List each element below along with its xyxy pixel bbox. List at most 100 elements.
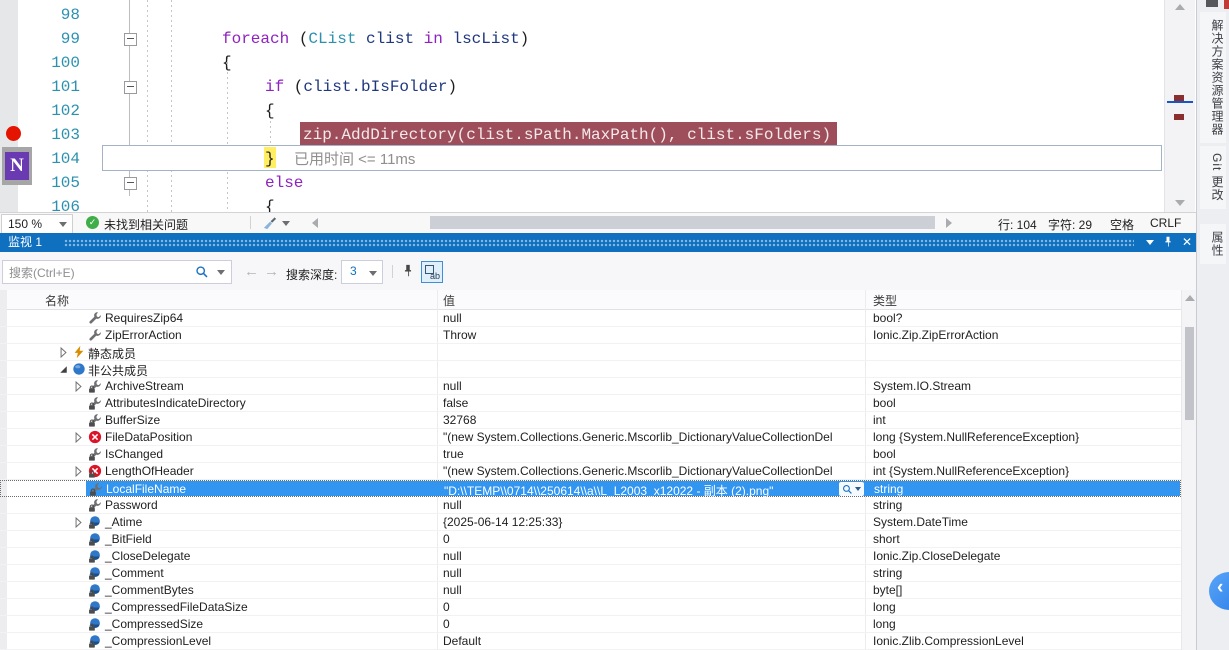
pin-panel-button[interactable] — [1160, 233, 1176, 252]
watch-value: "D:\\TEMP\\0714\\250614\\a\\L_L2003_x120… — [444, 482, 832, 499]
table-row[interactable]: FileDataPosition "(new System.Collection… — [0, 429, 1181, 446]
format-specifier-toggle[interactable]: ab — [421, 261, 443, 283]
pin-properties-button[interactable] — [398, 261, 418, 281]
watch-name: _BitField — [105, 532, 152, 546]
watch-value: false — [443, 396, 858, 410]
table-row[interactable]: _CompressedFileDataSize 0 long — [0, 599, 1181, 616]
scroll-left-icon[interactable] — [312, 218, 318, 228]
editor-vertical-scrollbar[interactable] — [1164, 0, 1195, 212]
column-header-type[interactable]: 类型 — [873, 292, 897, 309]
horizontal-scrollbar-thumb[interactable] — [430, 216, 935, 229]
table-row[interactable]: ZipErrorAction Throw Ionic.Zip.ZipErrorA… — [0, 327, 1181, 344]
table-row[interactable]: 非公共成员 — [0, 361, 1181, 378]
code-editor[interactable]: 98 99 100 101 102 103 104 105 106 foreac… — [0, 0, 1196, 212]
right-tool-tab-strip: 解决方案资源管理器 Git 更改 属性 — [1196, 0, 1229, 650]
scrollbar-thumb[interactable] — [1185, 327, 1194, 420]
watch-name: Password — [105, 498, 158, 512]
scroll-right-icon[interactable] — [946, 218, 952, 228]
table-row[interactable]: _Atime {2025-06-14 12:25:33} System.Date… — [0, 514, 1181, 531]
watch-name: _CompressionLevel — [105, 634, 211, 648]
tab-properties[interactable]: 属性 — [1200, 224, 1226, 264]
watch-search-box[interactable] — [2, 260, 232, 284]
divider — [392, 265, 393, 278]
private-property-icon — [88, 447, 102, 461]
table-row[interactable]: _CommentBytes null byte[] — [0, 582, 1181, 599]
scroll-down-icon[interactable] — [1175, 200, 1185, 206]
column-header-name[interactable]: 名称 — [45, 292, 69, 309]
grid-header: 名称 值 类型 — [0, 290, 1181, 310]
chevron-down-icon — [59, 222, 67, 227]
floating-app-icon[interactable]: N — [2, 147, 32, 185]
watch-name: _CloseDelegate — [105, 549, 190, 563]
table-row[interactable]: IsChanged true bool — [0, 446, 1181, 463]
table-row[interactable]: LengthOfHeader "(new System.Collections.… — [0, 463, 1181, 480]
line-indicator: 行: 104 — [998, 216, 1037, 233]
tab-git-changes[interactable]: Git 更改 — [1200, 146, 1226, 209]
table-row[interactable]: _CompressedSize 0 long — [0, 616, 1181, 633]
window-position-menu-button[interactable] — [1142, 233, 1158, 252]
zoom-selector[interactable]: 150 % — [1, 214, 73, 234]
breakpoint-indicator[interactable] — [6, 126, 21, 141]
cleanup-broom-icon[interactable] — [262, 216, 277, 231]
tab-solution-explorer[interactable]: 解决方案资源管理器 — [1200, 12, 1226, 143]
chevron-down-icon — [1146, 240, 1154, 245]
code-line: else — [0, 171, 1160, 195]
private-property-icon — [88, 498, 102, 512]
table-row[interactable]: _Comment null string — [0, 565, 1181, 582]
magnifier-icon — [842, 484, 853, 495]
private-property-icon — [89, 482, 103, 496]
watch-type: string — [874, 482, 1177, 496]
expand-arrow-icon[interactable] — [72, 431, 85, 444]
code-line: { — [0, 195, 1160, 212]
watch-type: Ionic.Zip.ZipErrorAction — [873, 328, 1176, 342]
search-depth-label: 搜索深度: — [286, 266, 337, 283]
back-arrow-icon[interactable]: ← — [244, 263, 259, 280]
table-row[interactable]: BufferSize 32768 int — [0, 412, 1181, 429]
perf-tip: 已用时间 <= 11ms — [294, 148, 415, 169]
expand-arrow-icon[interactable] — [72, 465, 85, 478]
property-icon — [88, 328, 102, 342]
scroll-up-icon[interactable] — [1185, 295, 1195, 301]
search-depth-select[interactable]: 3 — [341, 260, 383, 284]
spaces-indicator[interactable]: 空格 — [1110, 216, 1134, 233]
chevron-down-icon[interactable] — [282, 221, 290, 226]
column-header-value[interactable]: 值 — [443, 292, 455, 309]
collapse-arrow-icon[interactable] — [57, 363, 70, 376]
watch-type: short — [873, 532, 1176, 546]
close-panel-button[interactable]: ✕ — [1179, 233, 1195, 252]
expand-arrow-icon[interactable] — [72, 380, 85, 393]
private-field-icon — [88, 617, 102, 631]
chevron-down-icon[interactable] — [217, 270, 225, 275]
table-row[interactable]: _CompressionLevel Default Ionic.Zlib.Com… — [0, 633, 1181, 650]
table-row[interactable]: _BitField 0 short — [0, 531, 1181, 548]
watch-panel-titlebar[interactable]: 监视 1 ✕ — [0, 233, 1196, 252]
text-visualizer-button[interactable] — [839, 482, 864, 496]
table-row[interactable]: Password null string — [0, 497, 1181, 514]
app-window: 98 99 100 101 102 103 104 105 106 foreac… — [0, 0, 1229, 650]
expand-arrow-icon[interactable] — [57, 346, 70, 359]
private-field-icon — [88, 583, 102, 597]
forward-arrow-icon[interactable]: → — [264, 263, 279, 280]
scroll-up-icon[interactable] — [1175, 4, 1185, 10]
health-check-icon[interactable]: ✓ — [86, 216, 99, 229]
table-row[interactable]: _CloseDelegate null Ionic.Zip.CloseDeleg… — [0, 548, 1181, 565]
clipped-red-icon — [1224, 0, 1229, 9]
error-icon — [88, 430, 102, 444]
watch-name: ZipErrorAction — [105, 328, 182, 342]
watch-value: "(new System.Collections.Generic.Mscorli… — [443, 464, 858, 478]
table-row-selected[interactable]: LocalFileName "D:\\TEMP\\0714\\250614\\a… — [0, 480, 1181, 497]
expand-arrow-icon[interactable] — [72, 516, 85, 529]
line-number: 98 — [20, 3, 80, 27]
watch-value: null — [443, 566, 858, 580]
pin-icon — [1162, 236, 1174, 248]
line-ending-indicator[interactable]: CRLF — [1150, 216, 1181, 230]
table-row[interactable]: RequiresZip64 null bool? — [0, 310, 1181, 327]
table-row[interactable]: 静态成员 — [0, 344, 1181, 361]
table-row[interactable]: ArchiveStream null System.IO.Stream — [0, 378, 1181, 395]
editor-status-bar: 150 % ✓ 未找到相关问题 行: 104 字符: 29 空格 CRLF — [0, 212, 1196, 234]
watch-type: Ionic.Zip.CloseDelegate — [873, 549, 1176, 563]
watch-vertical-scrollbar[interactable] — [1181, 290, 1197, 650]
table-row[interactable]: AttributesIndicateDirectory false bool — [0, 395, 1181, 412]
watch-name: LocalFileName — [106, 482, 186, 496]
search-input[interactable] — [7, 263, 181, 282]
